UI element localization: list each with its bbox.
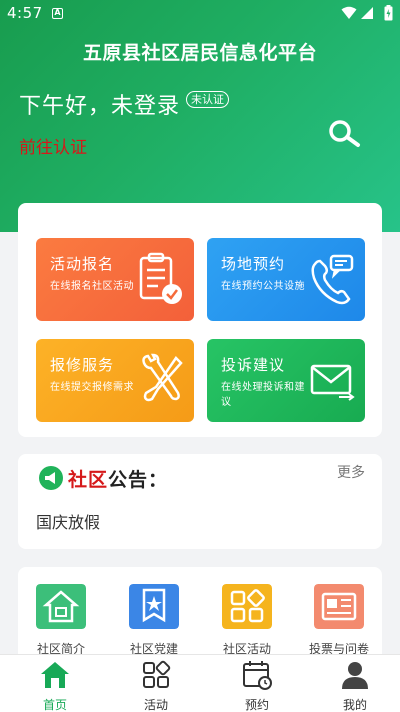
bottom-tab-bar: 首页 活动 预约 我的 — [0, 654, 400, 712]
services-card: 活动报名 在线报名社区活动 场地预约 在线预约公共设施 报修服务 在线提交报修需… — [18, 203, 382, 437]
envelope-icon — [310, 364, 355, 401]
tab-label: 活动 — [143, 698, 168, 712]
grid-shapes-icon — [222, 584, 272, 629]
notice-heading-black: 公告： — [108, 469, 169, 491]
complaint-suggestion-tile[interactable]: 投诉建议 在线处理投诉和建议 — [207, 339, 365, 422]
activity-grid-icon — [143, 660, 171, 688]
phone-message-icon — [311, 254, 354, 305]
auth-status-badge: 未认证 — [186, 91, 229, 108]
person-icon — [342, 662, 368, 689]
notification-app-icon: A — [52, 8, 63, 19]
calendar-clock-icon — [243, 661, 272, 690]
tab-label: 首页 — [42, 698, 67, 712]
battery-icon — [384, 5, 393, 21]
tile-subtitle: 在线提交报修需求 — [50, 382, 134, 393]
activity-signup-tile[interactable]: 活动报名 在线报名社区活动 — [36, 238, 194, 321]
venue-booking-tile[interactable]: 场地预约 在线预约公共设施 — [207, 238, 365, 321]
tab-label: 我的 — [342, 698, 367, 712]
tab-booking[interactable]: 预约 — [207, 657, 307, 712]
shortcut-community-intro[interactable]: 社区简介 — [18, 584, 104, 657]
tile-title: 报修服务 — [50, 356, 115, 374]
header-banner: 4:57 A 五原县社区居民信息化平台 下午好，未登录 未认证 前往认证 — [0, 0, 400, 232]
tile-subtitle: 在线预约公共设施 — [221, 281, 305, 292]
search-icon[interactable] — [326, 118, 362, 150]
notice-heading: 社区公告： — [68, 465, 168, 492]
tab-mine[interactable]: 我的 — [305, 657, 400, 712]
app-screen: 4:57 A 五原县社区居民信息化平台 下午好，未登录 未认证 前往认证 活动报 — [0, 0, 400, 712]
house-icon — [36, 584, 86, 629]
newspaper-icon — [314, 584, 364, 629]
app-title: 五原县社区居民信息化平台 — [82, 42, 317, 64]
megaphone-icon — [39, 466, 63, 490]
tile-subtitle: 在线处理投诉和建议 — [221, 382, 305, 408]
tab-label: 预约 — [244, 698, 269, 712]
shortcut-vote-survey[interactable]: 投票与问卷 — [296, 584, 382, 657]
wifi-icon — [341, 6, 357, 19]
party-badge-icon — [129, 584, 179, 629]
shortcut-card: 社区简介 社区党建 社区活动 投票与问卷 — [18, 567, 382, 667]
shortcut-community-activity[interactable]: 社区活动 — [204, 584, 290, 657]
notice-heading-red: 社区 — [68, 469, 109, 491]
repair-service-tile[interactable]: 报修服务 在线提交报修需求 — [36, 339, 194, 422]
status-time: 4:57 — [7, 4, 43, 22]
notice-item[interactable]: 国庆放假 — [36, 509, 100, 533]
greeting-text: 下午好，未登录 — [19, 94, 181, 119]
tile-subtitle: 在线报名社区活动 — [50, 281, 134, 292]
go-auth-link[interactable]: 前往认证 — [19, 133, 87, 158]
status-bar: 4:57 A — [0, 0, 400, 28]
signal-icon — [361, 7, 373, 19]
tile-title: 投诉建议 — [221, 356, 286, 374]
tile-title: 场地预约 — [221, 255, 286, 273]
tile-title: 活动报名 — [50, 255, 115, 273]
notice-more-link[interactable]: 更多 — [337, 462, 365, 482]
home-icon — [41, 662, 69, 688]
tab-home[interactable]: 首页 — [5, 657, 105, 712]
tools-icon — [142, 353, 183, 402]
notice-card[interactable]: 社区公告： 更多 国庆放假 — [18, 454, 382, 549]
clipboard-check-icon — [139, 252, 182, 304]
shortcut-party-building[interactable]: 社区党建 — [111, 584, 197, 657]
tab-activity[interactable]: 活动 — [106, 657, 206, 712]
